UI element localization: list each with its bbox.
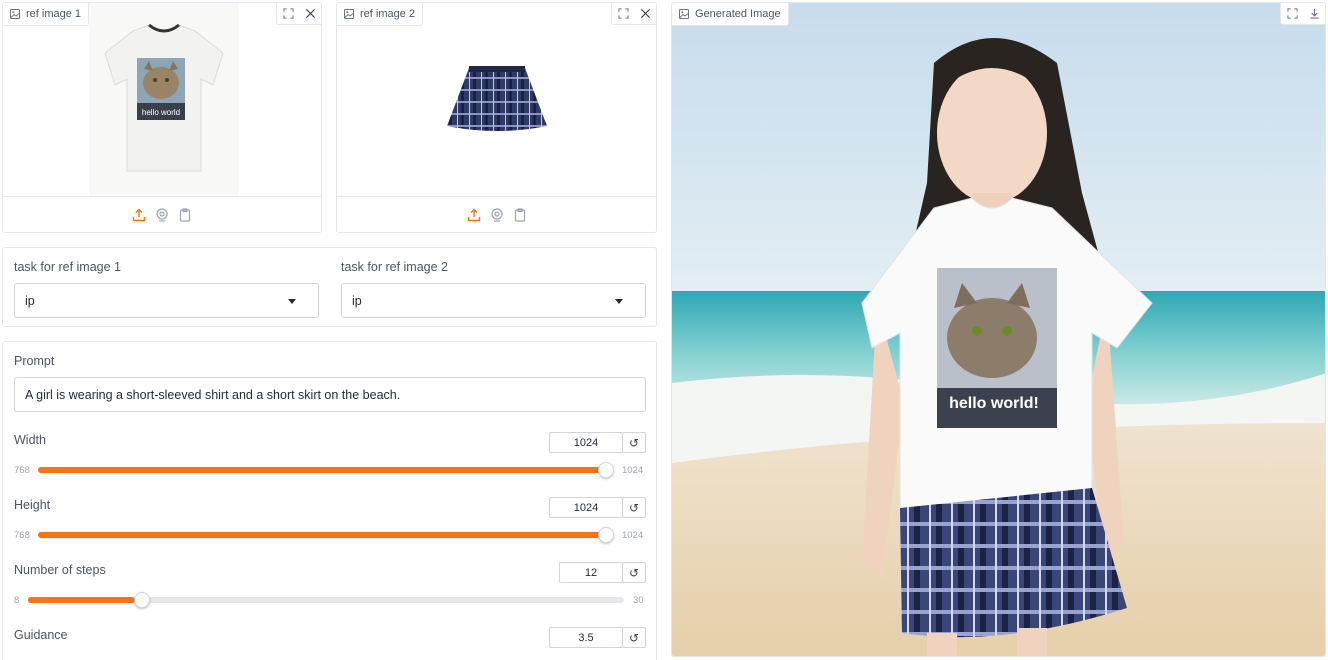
height-slider[interactable] (38, 527, 614, 543)
steps-slider-fill (28, 597, 136, 603)
ref-image-1-panel: ref image 1 hello world (2, 2, 322, 233)
ref-image-2-panel: ref image 2 (336, 2, 657, 233)
height-label: Height (14, 498, 51, 512)
height-max: 1024 (622, 530, 644, 541)
steps-slider-thumb[interactable] (134, 592, 150, 608)
ref-image-2-picture (447, 66, 547, 131)
fullscreen-icon[interactable] (612, 3, 634, 24)
ref-image-2-label: ref image 2 (337, 3, 424, 26)
chevron-down-icon (615, 299, 623, 304)
prompt-input[interactable]: A girl is wearing a short-sleeved shirt … (14, 377, 646, 412)
height-reset-button[interactable]: ↺ (622, 497, 646, 518)
webcam-icon[interactable] (490, 207, 504, 222)
close-icon[interactable] (634, 3, 656, 24)
reset-icon: ↺ (628, 500, 640, 515)
steps-slider[interactable] (28, 592, 624, 608)
height-number-input[interactable]: 1024 (549, 497, 623, 518)
task-1-value: ip (25, 293, 35, 308)
generated-image-label: Generated Image (672, 3, 789, 26)
task-2-dropdown[interactable]: ip (341, 283, 646, 318)
fullscreen-icon[interactable] (1281, 3, 1303, 24)
steps-number-input[interactable]: 12 (559, 562, 623, 583)
generated-print-text: hello world! (949, 395, 1039, 412)
width-slider-thumb[interactable] (598, 462, 614, 478)
close-icon[interactable] (299, 3, 321, 24)
task-2-label: task for ref image 2 (341, 260, 448, 274)
width-slider[interactable] (38, 462, 614, 478)
task-1-label: task for ref image 1 (14, 260, 121, 274)
width-slider-fill (38, 467, 606, 473)
chevron-down-icon (288, 299, 296, 304)
download-icon[interactable] (1303, 3, 1325, 24)
steps-min: 8 (14, 595, 20, 606)
ref-image-1-label: ref image 1 (3, 3, 90, 26)
guidance-label: Guidance (14, 628, 68, 642)
width-min: 768 (14, 465, 30, 476)
fullscreen-icon[interactable] (277, 3, 299, 24)
generated-image-panel: hello world! Generated Image (671, 2, 1326, 657)
clipboard-icon[interactable] (178, 207, 192, 222)
width-label: Width (14, 433, 46, 447)
steps-max: 30 (633, 595, 644, 606)
ref-image-1-picture: hello world (89, 3, 239, 196)
task-1-dropdown[interactable]: ip (14, 283, 319, 318)
webcam-icon[interactable] (155, 207, 169, 222)
prompt-label: Prompt (14, 354, 55, 368)
upload-icon[interactable] (467, 208, 481, 222)
reset-icon: ↺ (628, 630, 640, 645)
width-number-input[interactable]: 1024 (549, 432, 623, 453)
tshirt-print-text: hello world (142, 108, 180, 117)
width-max: 1024 (622, 465, 644, 476)
height-slider-fill (38, 532, 606, 538)
steps-label: Number of steps (14, 563, 106, 577)
task-panel: task for ref image 1 ip task for ref ima… (2, 247, 657, 327)
width-reset-button[interactable]: ↺ (622, 432, 646, 453)
guidance-reset-button[interactable]: ↺ (622, 627, 646, 648)
image-icon (344, 9, 354, 19)
upload-icon[interactable] (132, 208, 146, 222)
parameters-panel: Prompt A girl is wearing a short-sleeved… (2, 341, 657, 660)
reset-icon: ↺ (628, 565, 640, 580)
generated-image-picture: hello world! (672, 3, 1325, 656)
guidance-number-input[interactable]: 3.5 (549, 627, 623, 648)
image-icon (679, 9, 689, 19)
height-slider-thumb[interactable] (598, 527, 614, 543)
task-2-value: ip (352, 293, 362, 308)
clipboard-icon[interactable] (513, 207, 527, 222)
image-icon (10, 9, 20, 19)
height-min: 768 (14, 530, 30, 541)
reset-icon: ↺ (628, 435, 640, 450)
steps-reset-button[interactable]: ↺ (622, 562, 646, 583)
